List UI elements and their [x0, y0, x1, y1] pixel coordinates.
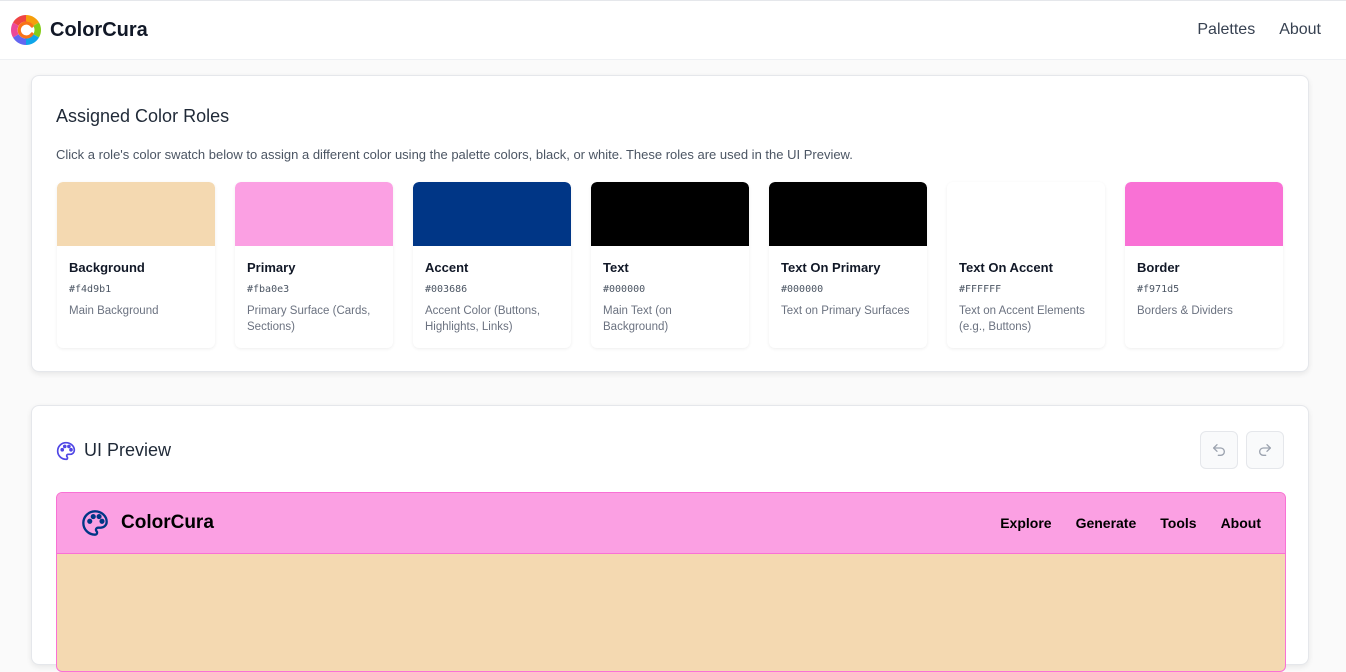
role-body: Text On Primary #000000 Text on Primary … — [769, 246, 927, 319]
role-body: Text #000000 Main Text (on Background) — [591, 246, 749, 335]
role-card-accent[interactable]: Accent #003686 Accent Color (Buttons, Hi… — [413, 182, 571, 348]
role-swatch[interactable] — [1125, 182, 1283, 246]
role-name: Text On Accent — [959, 260, 1053, 275]
mock-nav-generate[interactable]: Generate — [1076, 515, 1137, 531]
role-swatch[interactable] — [413, 182, 571, 246]
main-nav: Palettes About — [1197, 21, 1321, 39]
redo-icon — [1259, 444, 1271, 456]
mock-nav-about[interactable]: About — [1221, 515, 1261, 531]
role-description: Accent Color (Buttons, Highlights, Links… — [425, 305, 541, 333]
role-description: Borders & Dividers — [1137, 305, 1233, 317]
role-swatch[interactable] — [235, 182, 393, 246]
role-name: Border — [1137, 260, 1180, 275]
section-description: Click a role's color swatch below to ass… — [56, 147, 853, 162]
preview-mock-site: ColorCura Explore Generate Tools About — [56, 492, 1286, 672]
history-controls — [1200, 431, 1284, 469]
role-body: Text On Accent #FFFFFF Text on Accent El… — [947, 246, 1105, 335]
undo-button[interactable] — [1200, 431, 1238, 469]
nav-link-about[interactable]: About — [1279, 21, 1321, 39]
role-hex: #fba0e3 — [247, 284, 290, 295]
mock-header: ColorCura Explore Generate Tools About — [57, 493, 1285, 554]
role-name: Text On Primary — [781, 260, 881, 275]
preview-title: UI Preview — [84, 440, 172, 460]
role-description: Primary Surface (Cards, Sections) — [247, 305, 371, 333]
role-name: Text — [603, 260, 629, 275]
role-card-background[interactable]: Background #f4d9b1 Main Background — [57, 182, 215, 348]
role-name: Background — [69, 260, 145, 275]
role-hex: #f4d9b1 — [69, 284, 112, 295]
mock-nav-tools[interactable]: Tools — [1160, 515, 1196, 531]
role-swatch[interactable] — [947, 182, 1105, 246]
role-swatch[interactable] — [591, 182, 749, 246]
role-card-text-on-accent[interactable]: Text On Accent #FFFFFF Text on Accent El… — [947, 182, 1105, 348]
nav-link-palettes[interactable]: Palettes — [1197, 21, 1255, 39]
undo-icon — [1213, 444, 1225, 456]
palette-icon — [56, 441, 76, 460]
mock-brand-name: ColorCura — [121, 512, 214, 533]
role-card-text[interactable]: Text #000000 Main Text (on Background) — [591, 182, 749, 348]
role-card-border[interactable]: Border #f971d5 Borders & Dividers — [1125, 182, 1283, 348]
role-card-primary[interactable]: Primary #fba0e3 Primary Surface (Cards, … — [235, 182, 393, 348]
section-title: Assigned Color Roles — [56, 106, 230, 126]
role-body: Accent #003686 Accent Color (Buttons, Hi… — [413, 246, 571, 335]
preview-header: UI Preview — [56, 440, 171, 461]
role-description: Text on Accent Elements (e.g., Buttons) — [959, 305, 1085, 333]
role-body: Border #f971d5 Borders & Dividers — [1125, 246, 1283, 319]
assigned-color-roles-card: Assigned Color Roles Click a role's colo… — [31, 75, 1309, 372]
role-swatch[interactable] — [769, 182, 927, 246]
role-name: Accent — [425, 260, 469, 275]
role-hex: #003686 — [425, 284, 468, 295]
brand[interactable]: ColorCura — [10, 14, 148, 46]
palette-icon — [82, 510, 108, 536]
role-swatch[interactable] — [57, 182, 215, 246]
role-body: Background #f4d9b1 Main Background — [57, 246, 215, 319]
role-hex: #f971d5 — [1137, 284, 1180, 295]
role-name: Primary — [247, 260, 296, 275]
role-card-text-on-primary[interactable]: Text On Primary #000000 Text on Primary … — [769, 182, 927, 348]
mock-brand[interactable]: ColorCura — [81, 509, 214, 537]
roles-row: Background #f4d9b1 Main Background Prima… — [57, 182, 1283, 348]
role-description: Main Background — [69, 305, 159, 317]
role-body: Primary #fba0e3 Primary Surface (Cards, … — [235, 246, 393, 335]
role-hex: #000000 — [781, 284, 824, 295]
redo-button[interactable] — [1246, 431, 1284, 469]
role-hex: #000000 — [603, 284, 646, 295]
role-description: Text on Primary Surfaces — [781, 305, 910, 317]
colorcura-logo-icon — [10, 14, 42, 46]
role-description: Main Text (on Background) — [603, 305, 672, 333]
top-navbar: ColorCura Palettes About — [0, 0, 1346, 60]
ui-preview-card: UI Preview ColorCura Explore Generate To… — [31, 405, 1309, 672]
mock-nav: Explore Generate Tools About — [1000, 515, 1261, 531]
mock-nav-explore[interactable]: Explore — [1000, 515, 1051, 531]
role-hex: #FFFFFF — [959, 284, 1002, 295]
brand-name: ColorCura — [50, 18, 148, 41]
